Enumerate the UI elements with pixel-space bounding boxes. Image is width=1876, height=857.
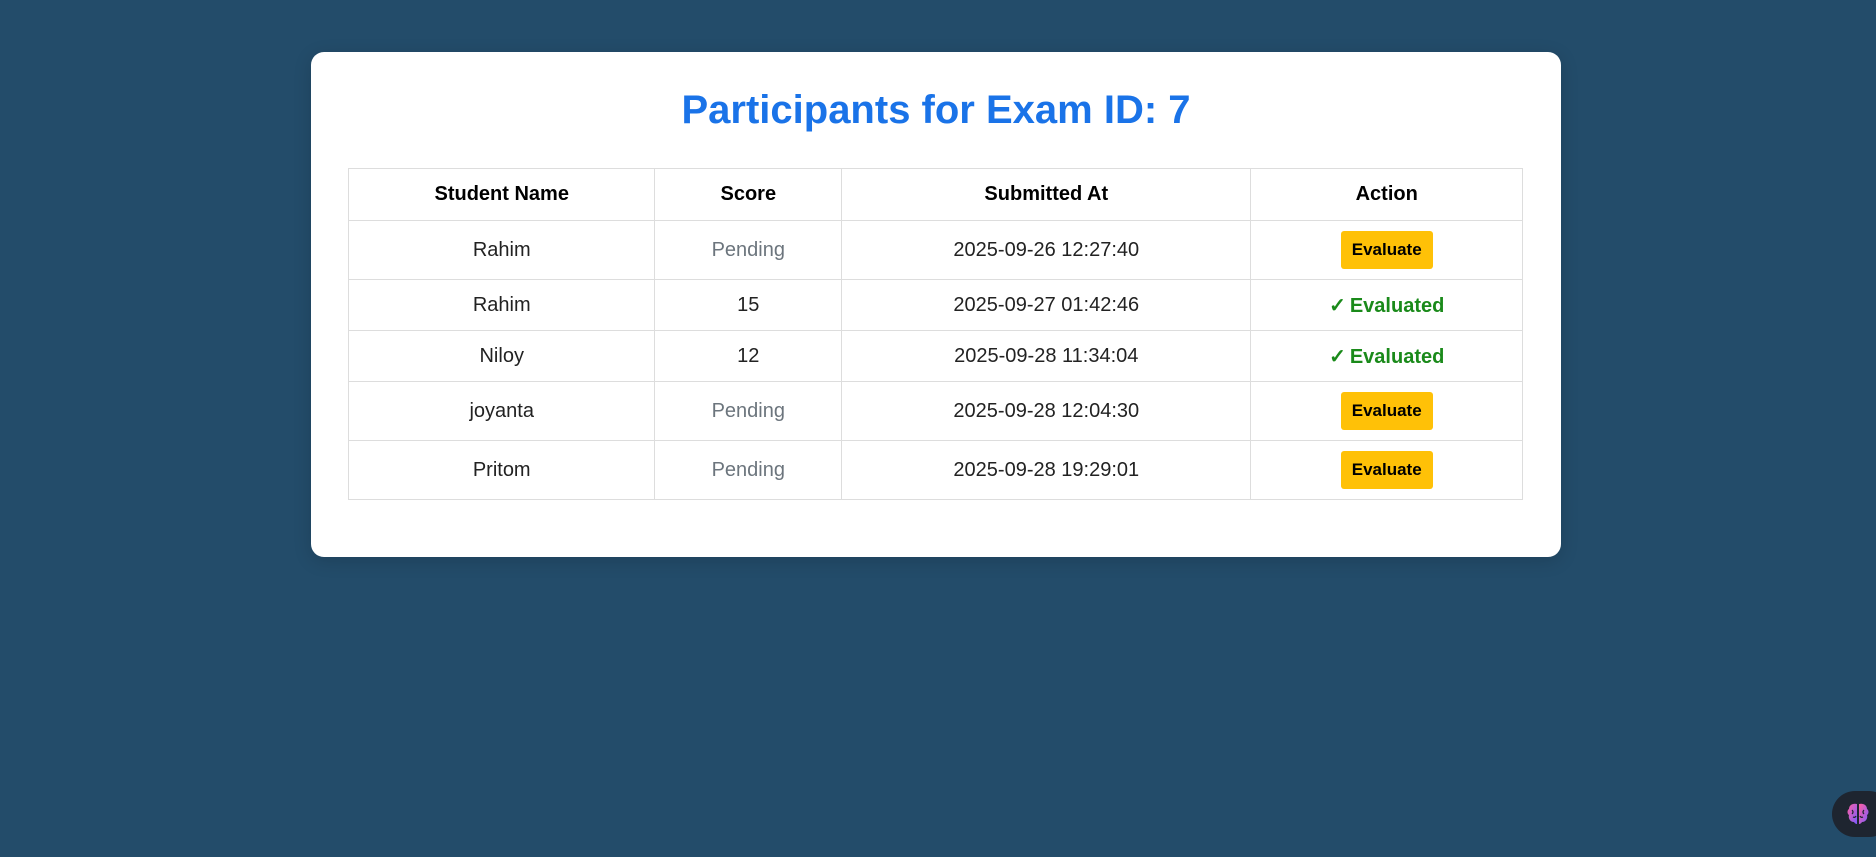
check-icon: ✓ xyxy=(1329,345,1346,368)
score-cell: 12 xyxy=(654,330,843,382)
student-name-cell: joyanta xyxy=(347,381,656,441)
table-row: Pritom Pending 2025-09-28 19:29:01 Evalu… xyxy=(347,440,1523,500)
submitted-at-cell: 2025-09-28 12:04:30 xyxy=(841,381,1252,441)
submitted-at-cell: 2025-09-27 01:42:46 xyxy=(841,279,1252,331)
header-action: Action xyxy=(1250,168,1523,221)
action-cell: Evaluate xyxy=(1250,381,1523,441)
evaluate-button[interactable]: Evaluate xyxy=(1340,392,1433,430)
header-student-name: Student Name xyxy=(347,168,656,221)
action-cell: ✓ Evaluated xyxy=(1250,330,1523,382)
action-cell: Evaluate xyxy=(1250,440,1523,500)
header-score: Score xyxy=(654,168,843,221)
table-row: joyanta Pending 2025-09-28 12:04:30 Eval… xyxy=(347,381,1523,441)
check-icon: ✓ xyxy=(1329,294,1346,317)
student-name-cell: Pritom xyxy=(347,440,656,500)
page-title: Participants for Exam ID: 7 xyxy=(681,88,1191,132)
extension-button[interactable] xyxy=(1832,791,1876,837)
evaluated-label: Evaluated xyxy=(1349,345,1445,368)
score-cell: Pending xyxy=(654,440,843,500)
score-cell: Pending xyxy=(654,220,843,280)
score-cell: Pending xyxy=(654,381,843,441)
student-name-cell: Rahim xyxy=(347,220,656,280)
evaluated-status: ✓ Evaluated xyxy=(1329,295,1444,317)
student-name-cell: Rahim xyxy=(347,279,656,331)
student-name-cell: Niloy xyxy=(347,330,656,382)
score-cell: 15 xyxy=(654,279,843,331)
submitted-at-cell: 2025-09-28 11:34:04 xyxy=(841,330,1252,382)
evaluate-button[interactable]: Evaluate xyxy=(1340,451,1433,489)
evaluated-status: ✓ Evaluated xyxy=(1329,346,1444,368)
submitted-at-cell: 2025-09-26 12:27:40 xyxy=(841,220,1252,280)
action-cell: ✓ Evaluated xyxy=(1250,279,1523,331)
participants-card: Participants for Exam ID: 7 Student Name… xyxy=(311,52,1561,557)
evaluate-button[interactable]: Evaluate xyxy=(1340,231,1433,269)
table-row: Rahim Pending 2025-09-26 12:27:40 Evalua… xyxy=(347,220,1523,280)
table-header-row: Student Name Score Submitted At Action xyxy=(347,168,1523,221)
table-row: Rahim 15 2025-09-27 01:42:46 ✓ Evaluated xyxy=(347,279,1523,331)
evaluated-label: Evaluated xyxy=(1349,294,1445,317)
submitted-at-cell: 2025-09-28 19:29:01 xyxy=(841,440,1252,500)
header-submitted-at: Submitted At xyxy=(841,168,1252,221)
brain-icon xyxy=(1847,803,1869,824)
table-row: Niloy 12 2025-09-28 11:34:04 ✓ Evaluated xyxy=(347,330,1523,382)
action-cell: Evaluate xyxy=(1250,220,1523,280)
participants-table: Student Name Score Submitted At Action R… xyxy=(347,168,1523,500)
